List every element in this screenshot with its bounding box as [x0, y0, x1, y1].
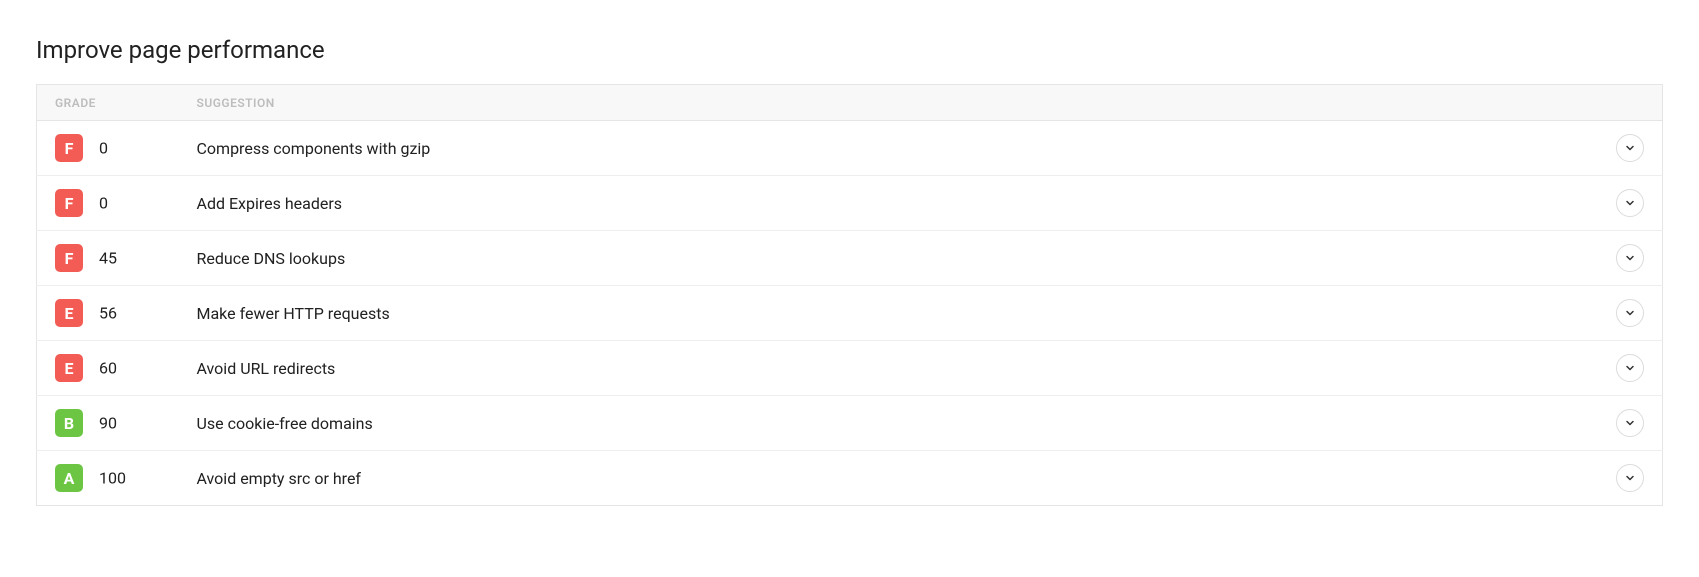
grade-cell: F 0	[37, 176, 179, 231]
grade-badge: B	[55, 409, 83, 437]
grade-cell: E 56	[37, 286, 179, 341]
grade-cell: F 0	[37, 121, 179, 176]
suggestion-text: Avoid URL redirects	[179, 341, 1599, 396]
grade-badge: F	[55, 134, 83, 162]
suggestion-text: Compress components with gzip	[179, 121, 1599, 176]
suggestion-text: Make fewer HTTP requests	[179, 286, 1599, 341]
suggestion-text: Avoid empty src or href	[179, 451, 1599, 506]
grade-cell: A 100	[37, 451, 179, 506]
grade-score: 100	[99, 469, 126, 488]
grade-cell: F 45	[37, 231, 179, 286]
expand-button[interactable]	[1616, 299, 1644, 327]
suggestion-text: Add Expires headers	[179, 176, 1599, 231]
column-header-suggestion: SUGGESTION	[179, 85, 1599, 121]
column-header-expand	[1598, 85, 1663, 121]
table-row[interactable]: B 90 Use cookie-free domains	[37, 396, 1663, 451]
column-header-grade: GRADE	[37, 85, 179, 121]
grade-score: 0	[99, 139, 108, 158]
grade-score: 56	[99, 304, 117, 323]
suggestion-text: Reduce DNS lookups	[179, 231, 1599, 286]
table-row[interactable]: F 0 Compress components with gzip	[37, 121, 1663, 176]
expand-button[interactable]	[1616, 409, 1644, 437]
grade-badge: E	[55, 299, 83, 327]
chevron-down-icon	[1624, 252, 1636, 264]
chevron-down-icon	[1624, 472, 1636, 484]
grade-score: 60	[99, 359, 117, 378]
grade-score: 90	[99, 414, 117, 433]
chevron-down-icon	[1624, 362, 1636, 374]
grade-badge: F	[55, 244, 83, 272]
grade-score: 45	[99, 249, 117, 268]
grade-badge: A	[55, 464, 83, 492]
grade-badge: F	[55, 189, 83, 217]
expand-button[interactable]	[1616, 189, 1644, 217]
performance-table: GRADE SUGGESTION F 0 Compress components…	[36, 84, 1663, 506]
expand-button[interactable]	[1616, 354, 1644, 382]
chevron-down-icon	[1624, 307, 1636, 319]
chevron-down-icon	[1624, 417, 1636, 429]
table-header-row: GRADE SUGGESTION	[37, 85, 1663, 121]
expand-button[interactable]	[1616, 244, 1644, 272]
expand-button[interactable]	[1616, 464, 1644, 492]
grade-cell: B 90	[37, 396, 179, 451]
suggestion-text: Use cookie-free domains	[179, 396, 1599, 451]
grade-score: 0	[99, 194, 108, 213]
table-row[interactable]: A 100 Avoid empty src or href	[37, 451, 1663, 506]
table-row[interactable]: E 60 Avoid URL redirects	[37, 341, 1663, 396]
grade-cell: E 60	[37, 341, 179, 396]
table-row[interactable]: F 45 Reduce DNS lookups	[37, 231, 1663, 286]
chevron-down-icon	[1624, 197, 1636, 209]
chevron-down-icon	[1624, 142, 1636, 154]
expand-button[interactable]	[1616, 134, 1644, 162]
page-title: Improve page performance	[36, 36, 1663, 64]
table-row[interactable]: F 0 Add Expires headers	[37, 176, 1663, 231]
grade-badge: E	[55, 354, 83, 382]
table-row[interactable]: E 56 Make fewer HTTP requests	[37, 286, 1663, 341]
